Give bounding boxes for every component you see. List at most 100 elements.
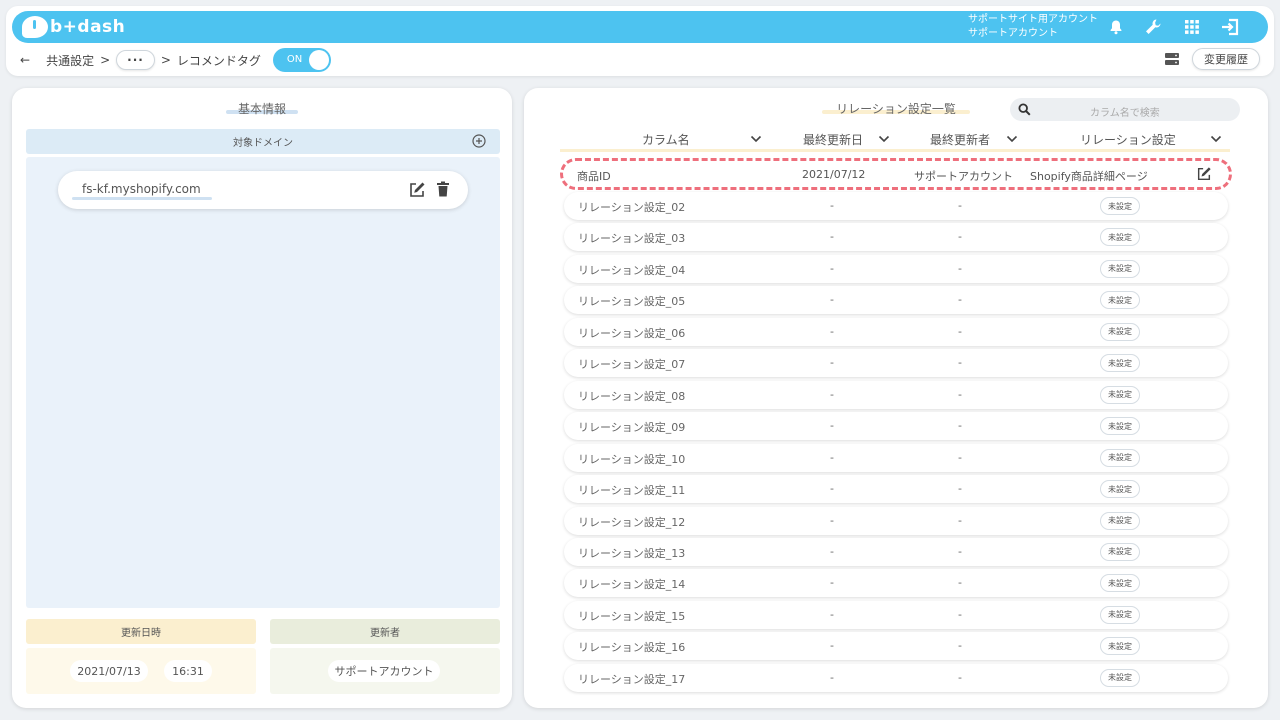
breadcrumb: ← 共通設定 > ··· > レコメンドタグ ON <box>20 48 1260 72</box>
table-row[interactable]: リレーション設定_07 - - 未設定 <box>564 349 1228 378</box>
logo[interactable]: b+dash <box>22 16 125 38</box>
row-column-name: リレーション設定_12 <box>578 515 686 529</box>
first-row-setting: Shopify商品詳細ページ <box>1030 170 1148 183</box>
table-row[interactable]: リレーション設定_04 - - 未設定 <box>564 254 1228 283</box>
edit-icon[interactable] <box>408 181 426 202</box>
chevron-down-icon[interactable] <box>750 135 762 143</box>
target-domain-label: 対象ドメイン <box>233 138 293 149</box>
domain-item: fs-kf.myshopify.com <box>58 171 468 209</box>
wrench-icon[interactable] <box>1143 17 1163 37</box>
row-updated-date: - <box>830 450 834 464</box>
table-row[interactable]: リレーション設定_10 - - 未設定 <box>564 443 1228 472</box>
first-row-user: サポートアカウント <box>914 170 1013 183</box>
edit-icon[interactable] <box>1196 166 1212 182</box>
on-off-toggle[interactable]: ON <box>272 48 331 72</box>
unset-badge[interactable]: 未設定 <box>1100 228 1140 247</box>
chevron-down-icon[interactable] <box>878 135 890 143</box>
row-updated-by: - <box>958 607 962 621</box>
unset-badge[interactable]: 未設定 <box>1100 637 1140 656</box>
column-header-user[interactable]: 最終更新者 <box>930 130 990 148</box>
first-row-name: 商品ID <box>577 170 611 183</box>
logo-text: b+dash <box>50 17 126 37</box>
relation-settings-panel: リレーション設定一覧 カラム名で検索 カラム名 最終更新日 最終更新者 リレーシ… <box>524 88 1268 708</box>
unset-badge[interactable]: 未設定 <box>1100 668 1140 687</box>
column-header-date[interactable]: 最終更新日 <box>803 130 863 148</box>
search-icon <box>1018 103 1031 119</box>
row-column-name: リレーション設定_02 <box>578 201 686 214</box>
domain-underline <box>72 197 212 200</box>
table-row[interactable]: リレーション設定_14 - - 未設定 <box>564 569 1228 598</box>
table-row[interactable]: リレーション設定_05 - - 未設定 <box>564 286 1228 315</box>
toggle-label: ON <box>286 54 303 65</box>
row-updated-date: - <box>830 230 834 244</box>
add-domain-icon[interactable] <box>472 134 486 151</box>
chevron-down-icon[interactable] <box>1006 135 1018 143</box>
row-updated-by: - <box>958 670 962 684</box>
updater-header: 更新者 <box>270 619 500 644</box>
column-header-setting[interactable]: リレーション設定 <box>1080 130 1176 148</box>
row-updated-date: - <box>830 544 834 558</box>
table-row[interactable]: リレーション設定_15 - - 未設定 <box>564 600 1228 629</box>
updater-name: サポートアカウント <box>328 660 440 682</box>
table-row[interactable]: リレーション設定_03 - - 未設定 <box>564 223 1228 252</box>
table-row[interactable]: リレーション設定_02 - - 未設定 <box>564 192 1228 220</box>
breadcrumb-current: レコメンドタグ <box>176 53 261 68</box>
unset-badge[interactable]: 未設定 <box>1100 605 1140 624</box>
logo-bubble-icon <box>22 16 48 38</box>
table-row[interactable]: リレーション設定_09 - - 未設定 <box>564 412 1228 441</box>
row-updated-date: - <box>830 576 834 590</box>
basic-info-title: 基本情報 <box>237 102 286 116</box>
breadcrumb-more-button[interactable]: ··· <box>116 50 155 70</box>
table-row[interactable]: リレーション設定_12 - - 未設定 <box>564 506 1228 535</box>
table-row[interactable]: リレーション設定_17 - - 未設定 <box>564 663 1228 692</box>
row-column-name: リレーション設定_16 <box>578 641 686 655</box>
row-updated-by: - <box>958 544 962 558</box>
row-updated-date: - <box>830 199 834 212</box>
row-updated-by: - <box>958 450 962 464</box>
row-updated-by: - <box>958 513 962 527</box>
account-site: サポートサイト用アカウント <box>968 14 1098 25</box>
chevron-down-icon[interactable] <box>1210 135 1222 143</box>
row-column-name: リレーション設定_13 <box>578 546 686 560</box>
unset-badge[interactable]: 未設定 <box>1100 574 1140 593</box>
row-updated-date: - <box>830 293 834 307</box>
unset-badge[interactable]: 未設定 <box>1100 511 1140 530</box>
change-history-button[interactable]: 変更履歴 <box>1192 48 1260 70</box>
row-updated-by: - <box>958 293 962 307</box>
back-arrow-icon[interactable]: ← <box>20 53 30 67</box>
table-row[interactable]: リレーション設定_11 - - 未設定 <box>564 475 1228 504</box>
apps-grid-icon[interactable] <box>1182 17 1202 37</box>
first-row-date: 2021/07/12 <box>802 168 866 181</box>
row-column-name: リレーション設定_04 <box>578 263 686 277</box>
logout-icon[interactable] <box>1220 17 1240 37</box>
unset-badge[interactable]: 未設定 <box>1100 480 1140 499</box>
column-header-name[interactable]: カラム名 <box>642 130 690 148</box>
unset-badge[interactable]: 未設定 <box>1100 354 1140 373</box>
row-updated-by: - <box>958 230 962 244</box>
unset-badge[interactable]: 未設定 <box>1100 259 1140 278</box>
server-icon[interactable] <box>1164 52 1180 69</box>
row-updated-date: - <box>830 670 834 684</box>
row-column-name: リレーション設定_17 <box>578 672 686 686</box>
table-row[interactable]: リレーション設定_13 - - 未設定 <box>564 537 1228 566</box>
breadcrumb-common-settings[interactable]: 共通設定 <box>46 52 94 69</box>
row-column-name: リレーション設定_09 <box>578 421 686 435</box>
table-row[interactable]: リレーション設定_08 - - 未設定 <box>564 380 1228 409</box>
account-info[interactable]: サポートサイト用アカウント サポートアカウント <box>968 13 1098 41</box>
column-search-input[interactable]: カラム名で検索 <box>1010 98 1240 121</box>
search-placeholder: カラム名で検索 <box>1090 108 1160 119</box>
unset-badge[interactable]: 未設定 <box>1100 448 1140 467</box>
breadcrumb-separator: > <box>100 53 111 67</box>
row-column-name: リレーション設定_14 <box>578 578 686 592</box>
table-row[interactable]: リレーション設定_16 - - 未設定 <box>564 632 1228 661</box>
unset-badge[interactable]: 未設定 <box>1100 385 1140 404</box>
unset-badge[interactable]: 未設定 <box>1100 197 1140 215</box>
table-row[interactable]: リレーション設定_06 - - 未設定 <box>564 317 1228 346</box>
unset-badge[interactable]: 未設定 <box>1100 291 1140 310</box>
unset-badge[interactable]: 未設定 <box>1100 417 1140 436</box>
unset-badge[interactable]: 未設定 <box>1100 542 1140 561</box>
unset-badge[interactable]: 未設定 <box>1100 322 1140 341</box>
top-bar: b+dash サポートサイト用アカウント サポートアカウント <box>12 11 1268 43</box>
trash-icon[interactable] <box>436 181 450 200</box>
bell-icon[interactable] <box>1106 17 1126 37</box>
